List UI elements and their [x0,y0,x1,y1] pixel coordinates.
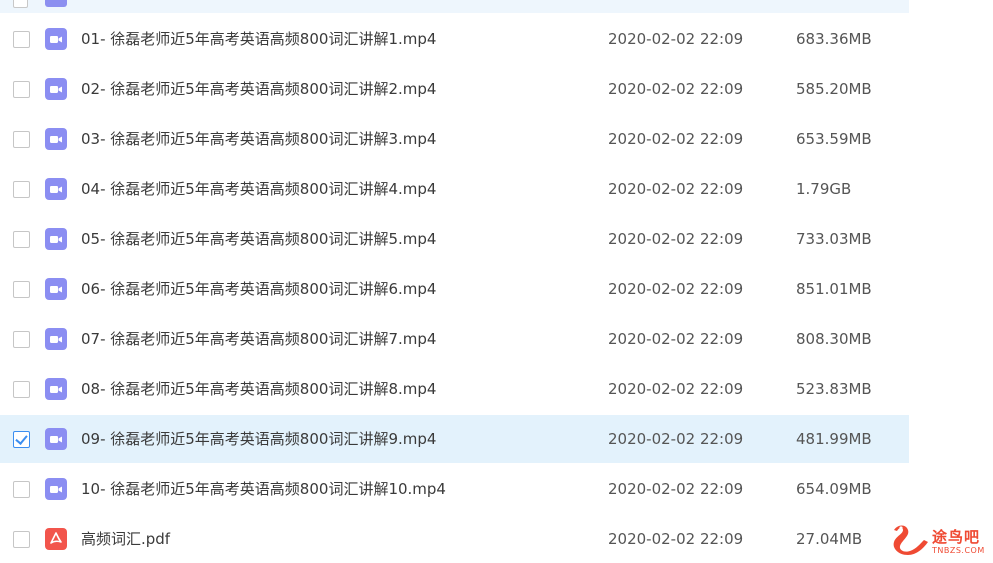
row-checkbox[interactable] [13,131,30,148]
file-name[interactable]: 10- 徐磊老师近5年高考英语高频800词汇讲解10.mp4 [81,479,446,499]
row-checkbox[interactable] [13,0,28,8]
file-size: 27.04MB [796,530,863,548]
file-modified-date: 2020-02-02 22:09 [608,430,744,448]
file-row[interactable]: 07- 徐磊老师近5年高考英语高频800词汇讲解7.mp4 2020-02-02 … [0,315,909,363]
file-row[interactable]: 09- 徐磊老师近5年高考英语高频800词汇讲解9.mp4 2020-02-02 … [0,415,909,463]
file-size: 733.03MB [796,230,872,248]
file-row[interactable]: 01- 徐磊老师近5年高考英语高频800词汇讲解1.mp4 2020-02-02 … [0,15,909,63]
pdf-file-icon [45,528,67,550]
video-file-icon [45,428,67,450]
video-file-icon [45,328,67,350]
site-watermark: 途鸟吧 TNBZS.COM [888,520,988,558]
row-checkbox[interactable] [13,331,30,348]
video-file-icon [45,178,67,200]
file-modified-date: 2020-02-02 22:09 [608,280,744,298]
file-size: 481.99MB [796,430,872,448]
row-checkbox[interactable] [13,281,30,298]
row-checkbox[interactable] [13,231,30,248]
file-modified-date: 2020-02-02 22:09 [608,480,744,498]
video-file-icon [45,28,67,50]
video-file-icon [45,228,67,250]
row-checkbox[interactable] [13,181,30,198]
file-modified-date: 2020-02-02 22:09 [608,330,744,348]
file-modified-date: 2020-02-02 22:09 [608,230,744,248]
bird-logo-icon [893,525,928,555]
file-size: 654.09MB [796,480,872,498]
file-name[interactable]: 03- 徐磊老师近5年高考英语高频800词汇讲解3.mp4 [81,129,436,149]
watermark-subtitle: TNBZS.COM [932,546,985,555]
file-size: 585.20MB [796,80,872,98]
file-size: 653.59MB [796,130,872,148]
row-checkbox[interactable] [13,81,30,98]
video-file-icon [45,0,67,7]
file-row[interactable]: 10- 徐磊老师近5年高考英语高频800词汇讲解10.mp4 2020-02-02… [0,465,909,513]
file-size: 851.01MB [796,280,872,298]
file-row[interactable]: 06- 徐磊老师近5年高考英语高频800词汇讲解6.mp4 2020-02-02 … [0,265,909,313]
file-row[interactable]: 04- 徐磊老师近5年高考英语高频800词汇讲解4.mp4 2020-02-02 … [0,165,909,213]
watermark-title: 途鸟吧 [932,528,981,546]
file-row[interactable]: 05- 徐磊老师近5年高考英语高频800词汇讲解5.mp4 2020-02-02 … [0,215,909,263]
file-name[interactable]: 05- 徐磊老师近5年高考英语高频800词汇讲解5.mp4 [81,229,436,249]
video-file-icon [45,378,67,400]
file-modified-date: 2020-02-02 22:09 [608,530,744,548]
file-size: 1.79GB [796,180,852,198]
row-checkbox[interactable] [13,531,30,548]
file-name[interactable]: 02- 徐磊老师近5年高考英语高频800词汇讲解2.mp4 [81,79,436,99]
file-modified-date: 2020-02-02 22:09 [608,30,744,48]
file-row[interactable]: 03- 徐磊老师近5年高考英语高频800词汇讲解3.mp4 2020-02-02 … [0,115,909,163]
file-name[interactable]: 07- 徐磊老师近5年高考英语高频800词汇讲解7.mp4 [81,329,436,349]
partial-row[interactable] [0,0,909,13]
file-modified-date: 2020-02-02 22:09 [608,80,744,98]
file-name[interactable]: 01- 徐磊老师近5年高考英语高频800词汇讲解1.mp4 [81,29,436,49]
file-modified-date: 2020-02-02 22:09 [608,180,744,198]
file-row[interactable]: 02- 徐磊老师近5年高考英语高频800词汇讲解2.mp4 2020-02-02 … [0,65,909,113]
video-file-icon [45,478,67,500]
file-modified-date: 2020-02-02 22:09 [608,380,744,398]
file-name[interactable]: 高频词汇.pdf [81,529,170,549]
file-row[interactable]: 08- 徐磊老师近5年高考英语高频800词汇讲解8.mp4 2020-02-02 … [0,365,909,413]
file-row[interactable]: 高频词汇.pdf 2020-02-02 22:09 27.04MB [0,515,909,563]
file-name[interactable]: 06- 徐磊老师近5年高考英语高频800词汇讲解6.mp4 [81,279,436,299]
file-modified-date: 2020-02-02 22:09 [608,130,744,148]
video-file-icon [45,78,67,100]
row-checkbox-checked[interactable] [13,431,30,448]
row-checkbox[interactable] [13,381,30,398]
row-checkbox[interactable] [13,481,30,498]
video-file-icon [45,278,67,300]
file-size: 683.36MB [796,30,872,48]
file-size: 808.30MB [796,330,872,348]
file-name[interactable]: 09- 徐磊老师近5年高考英语高频800词汇讲解9.mp4 [81,429,436,449]
file-size: 523.83MB [796,380,872,398]
video-file-icon [45,128,67,150]
file-name[interactable]: 08- 徐磊老师近5年高考英语高频800词汇讲解8.mp4 [81,379,436,399]
file-name[interactable]: 04- 徐磊老师近5年高考英语高频800词汇讲解4.mp4 [81,179,436,199]
row-checkbox[interactable] [13,31,30,48]
